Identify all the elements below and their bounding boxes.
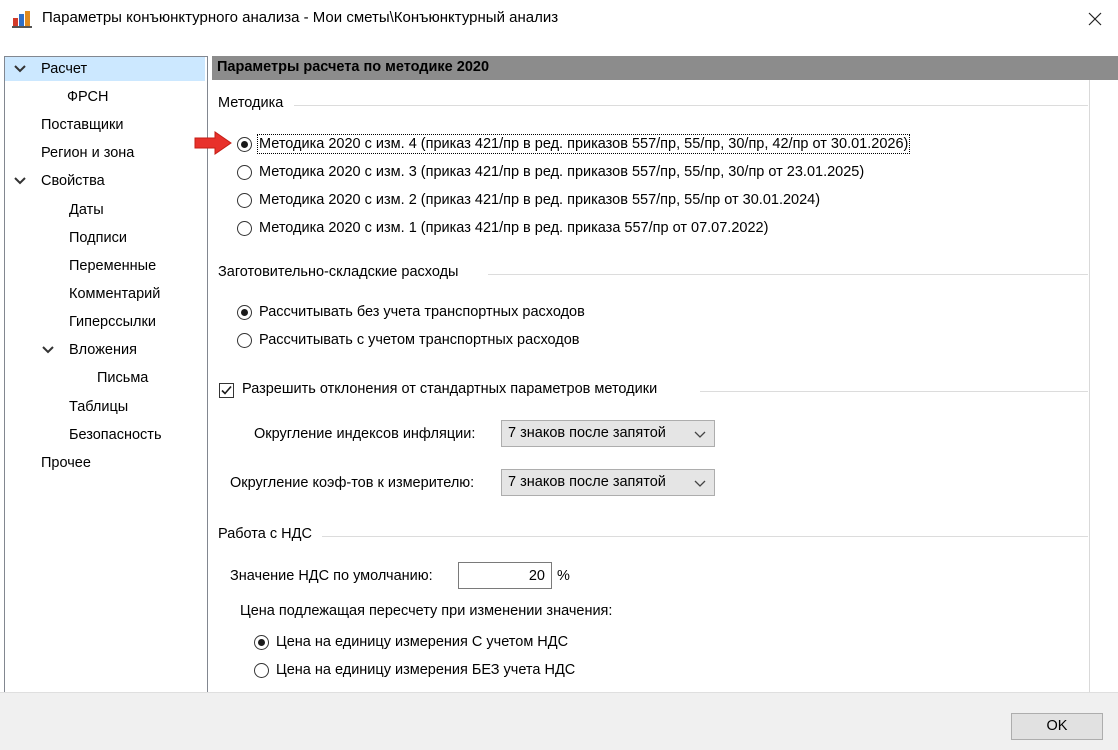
method-option-1[interactable]: Методика 2020 с изм. 1 (приказ 421/пр в … — [237, 218, 768, 238]
vat-default-input[interactable] — [458, 562, 552, 589]
tree-item-comment[interactable]: Комментарий — [69, 282, 160, 306]
vat-value-input[interactable] — [459, 563, 551, 588]
tree-item-label: Свойства — [41, 173, 105, 189]
app-chart-icon — [12, 11, 32, 28]
tree-item-label: Переменные — [69, 258, 157, 274]
group-divider — [488, 274, 1088, 275]
red-arrow-icon — [194, 131, 232, 155]
coef-rounding-label: Округление коэф-тов к измерителю: — [230, 475, 475, 491]
method-option-2[interactable]: Методика 2020 с изм. 2 (приказ 421/пр в … — [237, 190, 820, 210]
vat-group: Работа с НДС — [218, 526, 1088, 546]
inflation-rounding-label: Округление индексов инфляции: — [254, 426, 476, 442]
tree-item-label: Подписи — [69, 230, 127, 246]
select-value: 7 знаков после запятой — [508, 474, 666, 490]
tree-item-signatures[interactable]: Подписи — [69, 226, 127, 250]
tree-item-hyperlinks[interactable]: Гиперссылки — [69, 310, 156, 334]
radio-button[interactable] — [237, 332, 252, 348]
group-divider — [700, 391, 1088, 392]
tree-item-raschet[interactable]: Расчет — [5, 57, 205, 81]
chevron-down-icon — [42, 346, 54, 354]
group-label: Заготовительно-складские расходы — [218, 264, 459, 280]
radio-label: Методика 2020 с изм. 2 (приказ 421/пр в … — [259, 192, 821, 208]
settings-tree: Расчет ФРСН Поставщики Регион и зона Сво… — [4, 56, 208, 693]
window-titlebar: Параметры конъюнктурного анализа - Мои с… — [0, 0, 1118, 37]
close-button[interactable] — [1072, 0, 1118, 37]
vat-default-label: Значение НДС по умолчанию: — [230, 568, 433, 584]
tree-item-label: Поставщики — [41, 117, 124, 133]
radio-button[interactable] — [254, 662, 269, 678]
method-option-4[interactable]: Методика 2020 с изм. 4 (приказ 421/пр в … — [237, 134, 911, 154]
radio-label: Рассчитывать без учета транспортных расх… — [259, 304, 585, 320]
panel-header: Параметры расчета по методике 2020 — [212, 56, 1118, 80]
deviations-checkbox[interactable] — [219, 383, 234, 398]
tree-item-variables[interactable]: Переменные — [69, 254, 156, 278]
tree-item-dates[interactable]: Даты — [69, 198, 104, 222]
tree-item-properties[interactable]: Свойства — [5, 169, 205, 193]
method-group: Методика — [218, 95, 1088, 115]
tree-item-label: Письма — [97, 370, 149, 386]
panel-divider — [1089, 80, 1090, 692]
window-title: Параметры конъюнктурного анализа - Мои с… — [42, 9, 559, 26]
radio-button[interactable] — [237, 136, 252, 152]
tree-item-security[interactable]: Безопасность — [69, 423, 162, 447]
storage-option-no-transport[interactable]: Рассчитывать без учета транспортных расх… — [237, 302, 585, 322]
tree-item-label: Расчет — [41, 61, 88, 77]
tree-item-letters[interactable]: Письма — [97, 366, 148, 390]
vat-option-without[interactable]: Цена на единицу измерения БЕЗ учета НДС — [254, 660, 575, 680]
radio-button[interactable] — [237, 304, 252, 320]
ok-button[interactable]: OK — [1011, 713, 1103, 740]
method-option-3[interactable]: Методика 2020 с изм. 3 (приказ 421/пр в … — [237, 162, 864, 182]
close-icon — [1088, 12, 1102, 25]
tree-item-other[interactable]: Прочее — [41, 451, 91, 475]
radio-label: Методика 2020 с изм. 1 (приказ 421/пр в … — [259, 220, 769, 236]
group-divider — [322, 536, 1088, 537]
tree-item-label: Гиперссылки — [69, 314, 156, 330]
tree-item-label: Комментарий — [69, 286, 161, 302]
tree-item-attachments[interactable]: Вложения — [41, 338, 205, 362]
tree-item-label: Вложения — [69, 342, 137, 358]
radio-button[interactable] — [237, 164, 252, 180]
radio-button[interactable] — [237, 220, 252, 236]
radio-label: Методика 2020 с изм. 4 (приказ 421/пр в … — [256, 134, 911, 154]
tree-item-label: Прочее — [41, 455, 91, 471]
vat-unit: % — [557, 568, 570, 584]
radio-button[interactable] — [237, 192, 252, 208]
chevron-down-icon — [694, 480, 706, 487]
tree-item-frsn[interactable]: ФРСН — [67, 85, 108, 109]
chevron-down-icon — [14, 177, 26, 185]
deviations-label: Разрешить отклонения от стандартных пара… — [242, 381, 658, 397]
storage-option-with-transport[interactable]: Рассчитывать с учетом транспортных расхо… — [237, 330, 580, 350]
tree-item-label: Таблицы — [69, 399, 129, 415]
chevron-down-icon — [14, 65, 26, 73]
tree-item-suppliers[interactable]: Поставщики — [41, 113, 123, 137]
radio-label: Цена на единицу измерения БЕЗ учета НДС — [276, 662, 576, 678]
inflation-rounding-select[interactable]: 7 знаков после запятой — [501, 420, 715, 447]
radio-label: Рассчитывать с учетом транспортных расхо… — [259, 332, 580, 348]
chevron-down-icon — [694, 431, 706, 438]
vat-option-with[interactable]: Цена на единицу измерения С учетом НДС — [254, 632, 568, 652]
group-label: Методика — [218, 95, 284, 111]
tree-item-label: Регион и зона — [41, 145, 135, 161]
radio-label: Цена на единицу измерения С учетом НДС — [276, 634, 569, 650]
vat-recalc-label: Цена подлежащая пересчету при изменении … — [240, 603, 613, 619]
group-label: Работа с НДС — [218, 526, 312, 542]
radio-label: Методика 2020 с изм. 3 (приказ 421/пр в … — [259, 164, 865, 180]
radio-button[interactable] — [254, 634, 269, 650]
dialog-footer — [0, 692, 1118, 750]
group-divider — [294, 105, 1088, 106]
tree-item-region[interactable]: Регион и зона — [41, 141, 134, 165]
storage-group: Заготовительно-складские расходы — [218, 264, 1088, 284]
coef-rounding-select[interactable]: 7 знаков после запятой — [501, 469, 715, 496]
tree-item-tables[interactable]: Таблицы — [69, 395, 128, 419]
tree-item-label: Безопасность — [69, 427, 162, 443]
tree-item-label: Даты — [69, 202, 104, 218]
check-icon — [221, 385, 232, 395]
tree-item-label: ФРСН — [67, 89, 109, 105]
select-value: 7 знаков после запятой — [508, 425, 666, 441]
panel-title: Параметры расчета по методике 2020 — [217, 59, 490, 75]
